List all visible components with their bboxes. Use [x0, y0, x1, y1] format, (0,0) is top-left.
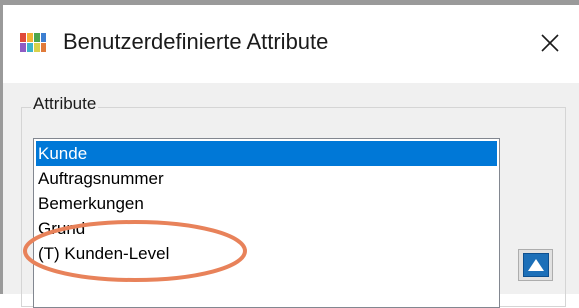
window-title: Benutzerdefinierte Attribute	[63, 29, 329, 54]
list-item[interactable]: Kunde	[36, 141, 497, 166]
arrow-up-icon	[522, 253, 549, 277]
list-item[interactable]: Bemerkungen	[36, 191, 497, 216]
close-button[interactable]	[530, 25, 570, 61]
title-bar[interactable]: Benutzerdefinierte Attribute	[3, 5, 579, 83]
list-item[interactable]: Grund	[36, 216, 497, 241]
list-item[interactable]: Auftragsnummer	[36, 166, 497, 191]
groupbox-label: Attribute	[31, 94, 99, 114]
close-icon	[541, 34, 559, 52]
move-up-button[interactable]	[518, 249, 553, 281]
dialog-window: Benutzerdefinierte Attribute Attribute K…	[0, 0, 579, 308]
attribute-listbox[interactable]: Kunde Auftragsnummer Bemerkungen Grund (…	[33, 138, 500, 308]
app-icon	[20, 33, 46, 52]
list-item[interactable]: (T) Kunden-Level	[36, 241, 497, 266]
dialog-body: Attribute Kunde Auftragsnummer Bemerkung…	[3, 83, 579, 308]
